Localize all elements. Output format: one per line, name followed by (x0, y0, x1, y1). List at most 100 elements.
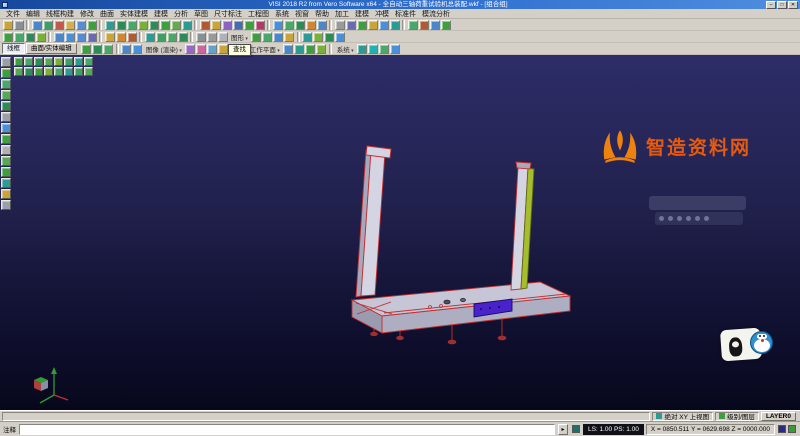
note-input[interactable] (19, 424, 555, 435)
menu-item[interactable]: 帮助 (312, 9, 332, 19)
tool-icon[interactable] (65, 32, 75, 42)
tool-icon[interactable] (87, 32, 97, 42)
prompt-area[interactable] (2, 412, 650, 421)
active-color-indicator[interactable] (572, 425, 580, 433)
tool-icon[interactable] (430, 20, 440, 30)
menu-item[interactable]: 标准件 (392, 9, 419, 19)
tool-icon[interactable] (196, 44, 206, 54)
tool-icon[interactable] (76, 20, 86, 30)
tool-icon[interactable] (54, 20, 64, 30)
close-button[interactable]: ✕ (788, 1, 798, 9)
tool-icon[interactable] (262, 32, 272, 42)
tool-icon[interactable] (185, 44, 195, 54)
layer-group-segment[interactable]: 级别/图层 (715, 412, 759, 421)
viewport-3d[interactable]: 智造资料网 (0, 55, 800, 410)
tool-icon[interactable] (379, 20, 389, 30)
tool-icon[interactable] (171, 20, 181, 30)
menu-item[interactable]: 系统 (272, 9, 292, 19)
tool-icon[interactable] (76, 32, 86, 42)
tool-icon[interactable] (218, 32, 228, 42)
menu-item[interactable]: 模流分析 (419, 9, 453, 19)
tool-icon[interactable] (207, 32, 217, 42)
model-canvas[interactable] (0, 55, 800, 410)
tool-icon[interactable] (14, 20, 24, 30)
tool-icon[interactable] (87, 20, 97, 30)
minimize-button[interactable]: – (766, 1, 776, 9)
tool-icon[interactable] (302, 32, 312, 42)
tool-icon[interactable] (284, 32, 294, 42)
menu-item[interactable]: 冲模 (372, 9, 392, 19)
tool-icon[interactable] (81, 44, 91, 54)
tool-icon[interactable] (3, 32, 13, 42)
tool-icon[interactable] (121, 44, 131, 54)
tool-icon[interactable] (313, 32, 323, 42)
tool-icon[interactable] (211, 20, 221, 30)
tool-icon[interactable] (306, 20, 316, 30)
tool-icon[interactable] (335, 20, 345, 30)
tool-icon[interactable] (14, 32, 24, 42)
find-tooltip[interactable]: 查找 (228, 44, 251, 56)
toolbar-group-label[interactable]: 图形 (228, 32, 251, 42)
tool-icon[interactable] (346, 20, 356, 30)
menu-item[interactable]: 建模 (352, 9, 372, 19)
tool-icon[interactable] (251, 32, 261, 42)
tool-icon[interactable] (127, 20, 137, 30)
tool-icon[interactable] (196, 32, 206, 42)
tool-icon[interactable] (103, 44, 113, 54)
tool-icon[interactable] (160, 20, 170, 30)
tool-icon[interactable] (284, 20, 294, 30)
tool-icon[interactable] (178, 32, 188, 42)
tool-icon[interactable] (233, 20, 243, 30)
tool-icon[interactable] (357, 44, 367, 54)
note-expand-button[interactable]: ▸ (558, 424, 568, 435)
tool-icon[interactable] (273, 32, 283, 42)
tool-icon[interactable] (294, 44, 304, 54)
tool-icon[interactable] (25, 32, 35, 42)
tool-icon[interactable] (200, 20, 210, 30)
menu-item[interactable]: 线框构建 (43, 9, 77, 19)
tool-icon[interactable] (368, 20, 378, 30)
maximize-button[interactable]: □ (777, 1, 787, 9)
tool-icon[interactable] (317, 20, 327, 30)
tool-icon[interactable] (408, 20, 418, 30)
tool-icon[interactable] (138, 20, 148, 30)
tool-icon[interactable] (105, 20, 115, 30)
tool-icon[interactable] (116, 32, 126, 42)
menu-item[interactable]: 视窗 (292, 9, 312, 19)
tool-icon[interactable] (218, 44, 228, 54)
menu-item[interactable]: 实体建模 (117, 9, 151, 19)
tool-icon[interactable] (127, 32, 137, 42)
status-swatch-blue[interactable] (778, 425, 786, 433)
tool-icon[interactable] (390, 44, 400, 54)
toolbar-group-label[interactable]: 系统 (334, 44, 357, 54)
toolbar-group-label[interactable]: 工作平面 (247, 44, 283, 54)
menu-item[interactable]: 分析 (171, 9, 191, 19)
tool-icon[interactable] (357, 20, 367, 30)
menu-item[interactable]: 修改 (77, 9, 97, 19)
tool-icon[interactable] (105, 32, 115, 42)
menu-item[interactable]: 曲面 (97, 9, 117, 19)
tool-icon[interactable] (324, 32, 334, 42)
tab-wireframe[interactable]: 线框 (2, 43, 25, 54)
tool-icon[interactable] (368, 44, 378, 54)
status-swatch-green[interactable] (788, 425, 796, 433)
view-mode-segment[interactable]: 绝对 XY 上视图 (652, 412, 713, 421)
tool-icon[interactable] (305, 44, 315, 54)
tool-icon[interactable] (149, 20, 159, 30)
tool-icon[interactable] (65, 20, 75, 30)
tool-icon[interactable] (419, 20, 429, 30)
menu-item[interactable]: 编辑 (23, 9, 43, 19)
tab-surface-solid-edit[interactable]: 曲面/实体编辑 (26, 43, 77, 54)
tool-icon[interactable] (116, 20, 126, 30)
menu-item[interactable]: 加工 (332, 9, 352, 19)
tool-icon[interactable] (335, 32, 345, 42)
tool-icon[interactable] (273, 20, 283, 30)
layer-selector[interactable]: LAYER0 (761, 412, 796, 421)
tool-icon[interactable] (132, 44, 142, 54)
menu-item[interactable]: 工程图 (245, 9, 272, 19)
tool-icon[interactable] (182, 20, 192, 30)
tool-icon[interactable] (316, 44, 326, 54)
menu-item[interactable]: 尺寸标注 (211, 9, 245, 19)
menu-item[interactable]: 建模 (151, 9, 171, 19)
tool-icon[interactable] (441, 20, 451, 30)
